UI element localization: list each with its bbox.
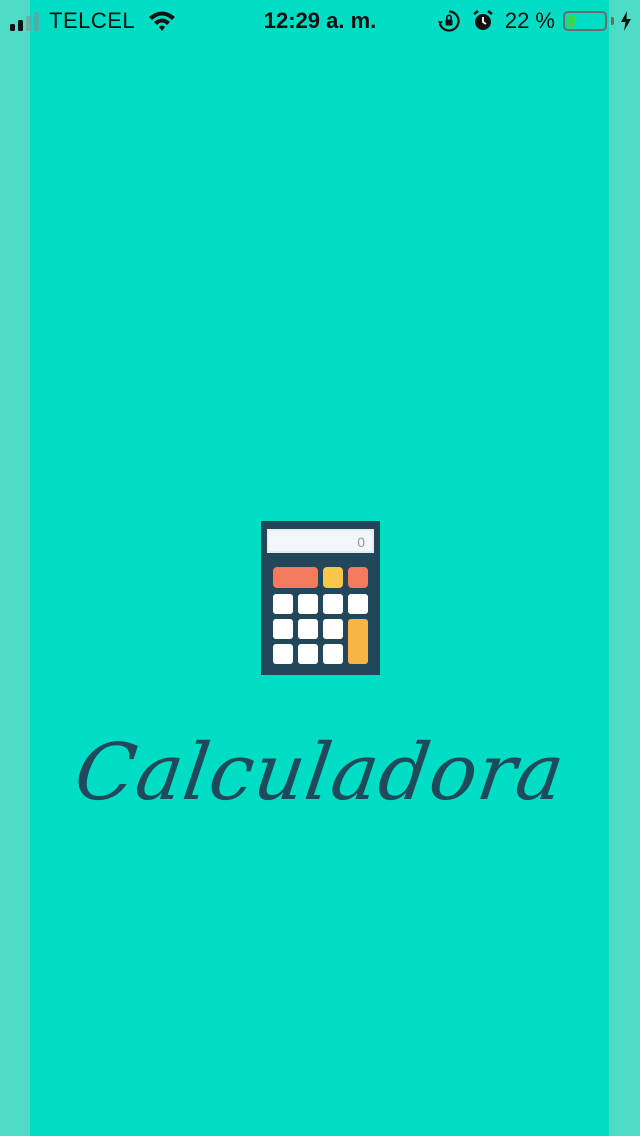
orientation-lock-icon — [437, 10, 460, 32]
battery-tip — [611, 17, 614, 25]
battery-icon — [563, 11, 607, 31]
status-bar-right: 22 % — [437, 8, 632, 34]
signal-icon — [10, 11, 39, 31]
svg-text:0: 0 — [357, 534, 365, 550]
battery-percent: 22 % — [504, 8, 555, 33]
battery-level-fill — [567, 15, 575, 27]
wifi-icon — [149, 11, 176, 31]
alarm-icon — [473, 10, 493, 30]
status-bar: TELCEL 12:29 a. m. 22 % — [0, 0, 640, 40]
calculator-icon: 0 — [261, 521, 380, 675]
carrier-name: TELCEL — [49, 8, 136, 33]
charging-bolt-icon — [621, 11, 631, 31]
status-bar-left: TELCEL — [10, 8, 177, 34]
app-title: Calculadora — [69, 728, 571, 818]
